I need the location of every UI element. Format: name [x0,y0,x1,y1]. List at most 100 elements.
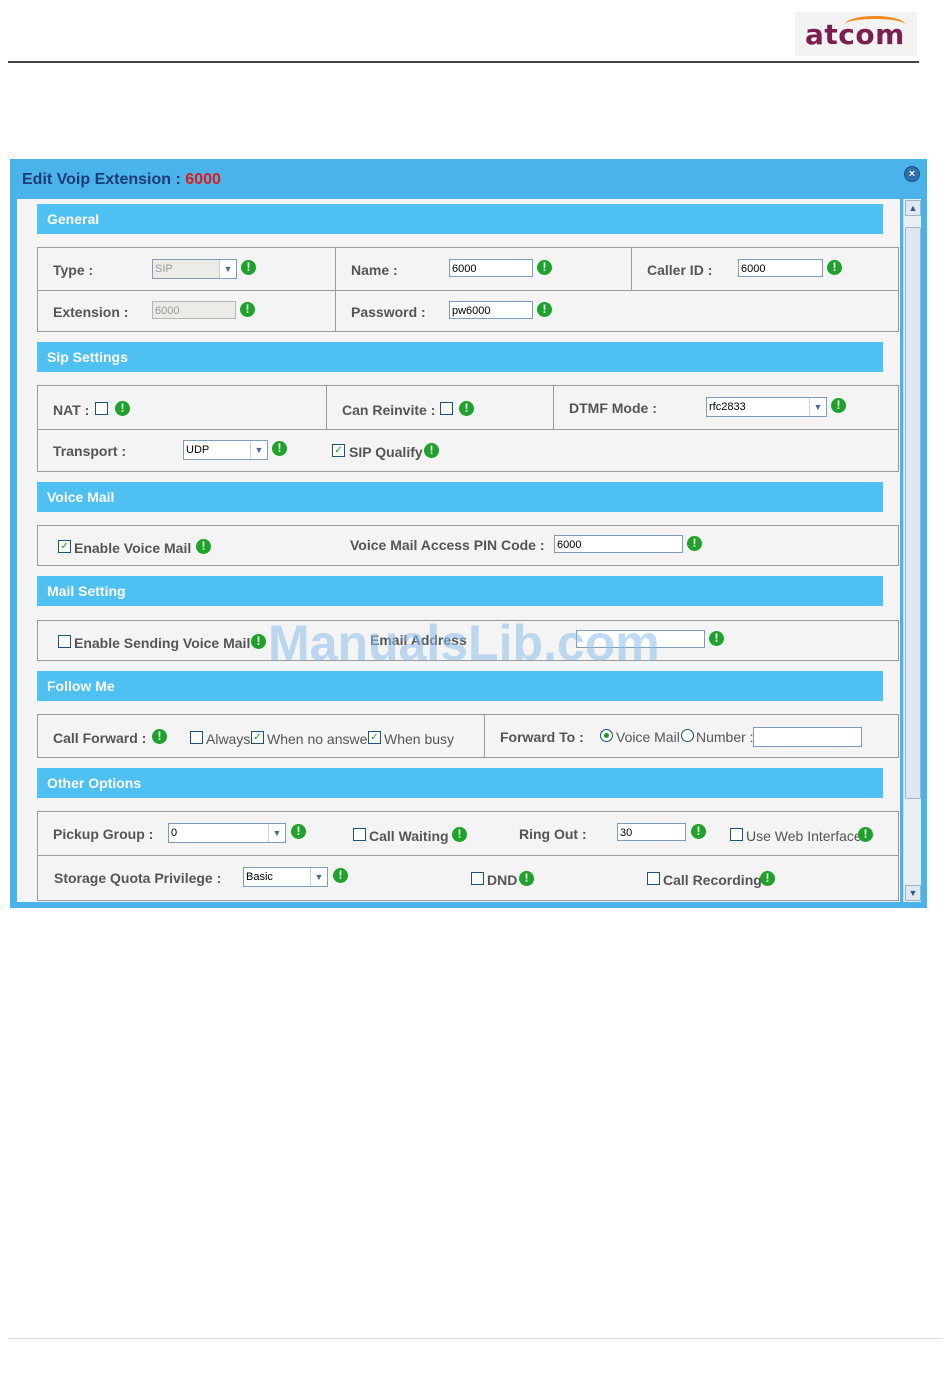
password-input[interactable]: pw6000 [449,301,533,319]
info-icon[interactable]: ! [424,443,439,458]
info-icon[interactable]: ! [152,729,167,744]
reinvite-checkbox[interactable] [440,402,453,415]
pin-input[interactable]: 6000 [554,535,683,553]
info-icon[interactable]: ! [240,302,255,317]
busy-label: When busy [384,731,455,747]
sip-qualify-checkbox[interactable]: ✓ [332,444,345,457]
sip-qualify-label: SIP Qualify [349,444,423,460]
header-divider [8,61,919,63]
call-forward-label: Call Forward : [53,730,147,746]
number-input[interactable] [753,727,862,747]
number-radio-label: Number : [696,729,754,745]
section-follow-me: Follow Me [37,671,883,701]
ring-out-label: Ring Out : [519,826,587,842]
col-divider [326,386,327,429]
dialog-content: General Type : SIP ▼ ! Name : 6000 ! Call… [17,199,900,902]
type-select[interactable]: SIP ▼ [152,259,237,279]
info-icon[interactable]: ! [709,631,724,646]
enable-voicemail-checkbox[interactable]: ✓ [58,540,71,553]
footer-divider [8,1338,942,1339]
scroll-up-icon[interactable]: ▲ [905,200,921,216]
chevron-down-icon: ▼ [310,868,327,886]
info-icon[interactable]: ! [858,827,873,842]
logo-text: atcom [805,18,905,51]
voicemail-radio[interactable] [600,729,613,742]
info-icon[interactable]: ! [333,868,348,883]
info-icon[interactable]: ! [196,539,211,554]
general-box: Type : SIP ▼ ! Name : 6000 ! Caller ID : … [37,247,899,332]
info-icon[interactable]: ! [452,827,467,842]
enable-sending-voicemail-checkbox[interactable] [58,635,71,648]
row-divider [38,290,898,291]
web-interface-label: Use Web Interface [746,828,862,844]
col-divider [484,715,485,757]
info-icon[interactable]: ! [519,871,534,886]
watermark: ManualsLib.com [268,615,660,671]
callerid-input[interactable]: 6000 [738,259,823,277]
dialog-title-extension: 6000 [185,171,221,188]
info-icon[interactable]: ! [760,871,775,886]
call-waiting-checkbox[interactable] [353,828,366,841]
info-icon[interactable]: ! [537,302,552,317]
sip-box: NAT : ! Can Reinvite : ! DTMF Mode : rfc… [37,385,899,472]
section-other-options: Other Options [37,768,883,798]
section-general: General [37,204,883,234]
nat-checkbox[interactable] [95,402,108,415]
always-checkbox[interactable] [190,731,203,744]
chevron-down-icon: ▼ [219,260,236,278]
forward-to-label: Forward To : [500,729,584,745]
call-recording-label: Call Recording [663,872,762,888]
info-icon[interactable]: ! [691,824,706,839]
info-icon[interactable]: ! [537,260,552,275]
storage-quota-select[interactable]: Basic ▼ [243,867,328,887]
web-interface-checkbox[interactable] [730,828,743,841]
info-icon[interactable]: ! [241,260,256,275]
number-radio[interactable] [681,729,694,742]
always-label: Always [206,731,251,747]
dialog-scrollbar[interactable]: ▲ ▼ [903,199,921,902]
busy-checkbox[interactable]: ✓ [368,731,381,744]
pin-label: Voice Mail Access PIN Code : [350,537,545,553]
enable-voicemail-label: Enable Voice Mail [74,540,192,556]
no-answer-checkbox[interactable]: ✓ [251,731,264,744]
section-sip-settings: Sip Settings [37,342,883,372]
no-answer-label: When no answer [267,731,373,747]
info-icon[interactable]: ! [251,634,266,649]
info-icon[interactable]: ! [459,401,474,416]
section-voice-mail: Voice Mail [37,482,883,512]
pickup-group-select[interactable]: 0 ▼ [168,823,286,843]
voicemail-box: ✓ Enable Voice Mail ! Voice Mail Access … [37,525,899,566]
close-icon[interactable]: × [904,166,920,182]
type-label: Type : [53,262,94,278]
info-icon[interactable]: ! [827,260,842,275]
follow-box: Call Forward : ! Always ✓ When no answer… [37,714,899,758]
transport-label: Transport : [53,443,127,459]
dialog-title: Edit Voip Extension : 6000 [22,171,221,189]
col-divider [553,386,554,429]
col-divider [335,248,336,331]
ring-out-input[interactable]: 30 [617,823,686,841]
edit-extension-dialog: Edit Voip Extension : 6000 × General Typ… [10,159,927,908]
info-icon[interactable]: ! [687,536,702,551]
transport-select[interactable]: UDP ▼ [183,440,268,460]
other-box: Pickup Group : 0 ▼ ! Call Waiting ! Ring … [37,811,899,901]
call-recording-checkbox[interactable] [647,872,660,885]
info-icon[interactable]: ! [115,401,130,416]
row-divider [38,855,898,856]
call-waiting-label: Call Waiting [369,828,449,844]
dnd-checkbox[interactable] [471,872,484,885]
callerid-label: Caller ID : [647,262,713,278]
name-label: Name : [351,262,398,278]
atcom-logo: atcom [795,12,917,56]
info-icon[interactable]: ! [291,824,306,839]
extension-label: Extension : [53,304,129,320]
scroll-thumb[interactable] [905,227,921,799]
dtmf-select[interactable]: rfc2833 ▼ [706,397,827,417]
scroll-down-icon[interactable]: ▼ [905,885,921,901]
extension-input[interactable]: 6000 [152,301,236,319]
enable-sending-voicemail-label: Enable Sending Voice Mail [74,635,251,651]
password-label: Password : [351,304,426,320]
info-icon[interactable]: ! [272,441,287,456]
name-input[interactable]: 6000 [449,259,533,277]
info-icon[interactable]: ! [831,398,846,413]
